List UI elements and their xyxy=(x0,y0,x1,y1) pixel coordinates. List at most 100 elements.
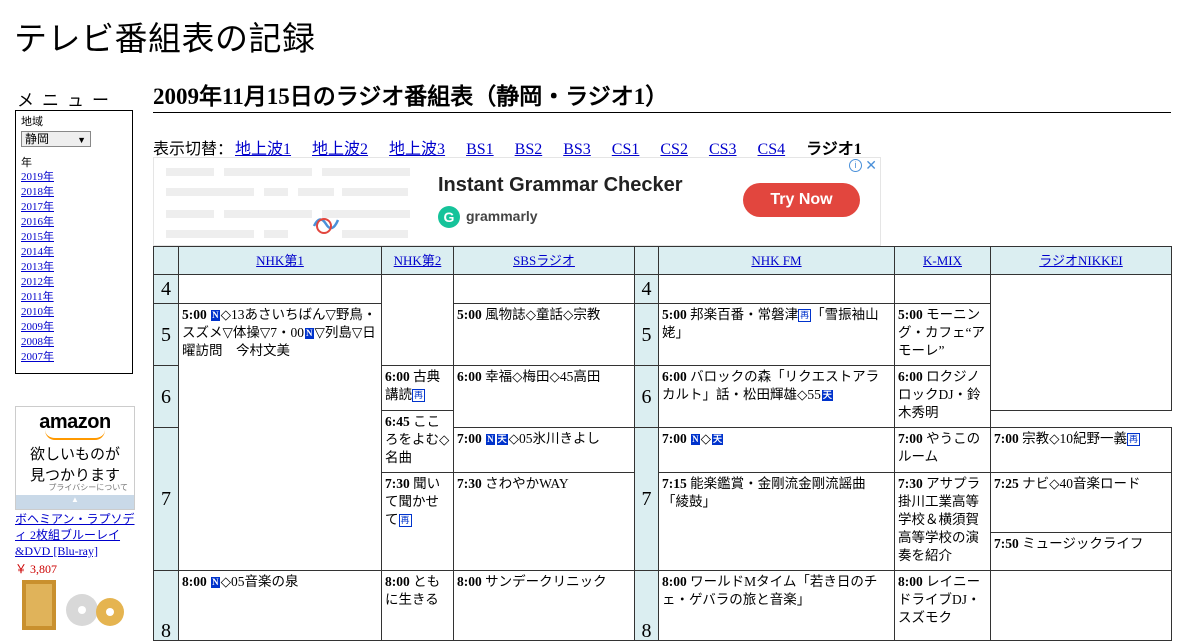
switcher-link[interactable]: 地上波3 xyxy=(389,141,445,158)
program-cell[interactable]: 7:30 さわやかWAY xyxy=(453,472,635,571)
channel-header: SBSラジオ xyxy=(453,246,635,275)
program-cell-empty xyxy=(990,274,1172,411)
program-cell[interactable]: 8:00 ともに生きる xyxy=(381,570,454,641)
year-link[interactable]: 2018年 xyxy=(21,185,132,200)
amazon-ad-bar: ▲ xyxy=(16,495,134,509)
banner-ad[interactable]: Instant Grammar Checker G grammarly Try … xyxy=(153,157,881,246)
year-link[interactable]: 2007年 xyxy=(21,350,132,365)
program-time: 8:00 xyxy=(182,574,207,589)
switcher-link[interactable]: CS1 xyxy=(612,141,640,158)
program-cell[interactable]: 7:00 N 天 ◇05氷川きよし xyxy=(453,427,635,473)
program-cell[interactable]: 7:00 宗教◇10紀野一義再 xyxy=(990,427,1172,473)
ad-info-icon[interactable]: i xyxy=(849,159,862,172)
program-time: 8:00 xyxy=(385,574,410,589)
program-time: 7:25 xyxy=(994,476,1019,491)
year-link[interactable]: 2010年 xyxy=(21,305,132,320)
news-mark-icon: N xyxy=(211,577,220,588)
program-time: 8:00 xyxy=(662,574,687,589)
channel-header: K-MIX xyxy=(894,246,991,275)
program-cell[interactable]: 5:00 モーニング・カフェ“アモーレ” xyxy=(894,303,991,366)
program-cell[interactable]: 8:00 N ◇05音楽の泉 xyxy=(178,570,382,641)
program-cell[interactable]: 7:00 やうこのルーム xyxy=(894,427,991,473)
channel-link[interactable]: ラジオNIKKEI xyxy=(1039,253,1123,268)
year-link[interactable]: 2013年 xyxy=(21,260,132,275)
program-cell[interactable]: 8:00 サンデークリニック xyxy=(453,570,635,641)
year-link[interactable]: 2011年 xyxy=(21,290,132,305)
year-link[interactable]: 2012年 xyxy=(21,275,132,290)
program-title: 幸福◇梅田◇45高田 xyxy=(485,369,601,384)
program-cell[interactable]: 8:00 レイニードライブDJ・スズモク xyxy=(894,570,991,641)
switcher-link[interactable]: 地上波2 xyxy=(312,141,368,158)
ten-mark-icon: 天 xyxy=(712,434,724,445)
program-cell[interactable]: 5:00 風物誌◇童話◇宗教 xyxy=(453,303,635,366)
news-mark-icon: N xyxy=(691,434,700,445)
region-select[interactable]: 静岡 ▼ xyxy=(21,131,91,147)
corner-cell xyxy=(153,246,179,275)
program-cell[interactable]: 6:00 幸福◇梅田◇45高田 xyxy=(453,365,635,428)
ad-close-icon[interactable]: ✕ xyxy=(865,158,877,174)
year-link[interactable]: 2017年 xyxy=(21,200,132,215)
program-time: 6:45 xyxy=(385,414,410,429)
switcher-link[interactable]: CS4 xyxy=(758,141,786,158)
program-cell-empty xyxy=(178,274,382,304)
product-image[interactable] xyxy=(20,580,130,630)
channel-link[interactable]: K-MIX xyxy=(923,253,962,268)
year-link[interactable]: 2015年 xyxy=(21,230,132,245)
program-time: 7:50 xyxy=(994,536,1019,551)
switcher-link[interactable]: CS2 xyxy=(660,141,688,158)
program-cell[interactable]: 7:50 ミュージックライフ xyxy=(990,532,1172,571)
program-cell[interactable]: 5:00 邦楽百番・常磐津再「雪振袖山姥」 xyxy=(658,303,895,366)
ad-brand: grammarly xyxy=(466,208,538,224)
amazon-privacy-link[interactable]: プライバシーについて xyxy=(48,482,128,493)
year-label: 年 xyxy=(21,157,32,169)
channel-link[interactable]: SBSラジオ xyxy=(513,253,575,268)
year-link[interactable]: 2016年 xyxy=(21,215,132,230)
try-now-button[interactable]: Try Now xyxy=(743,183,860,217)
year-list: 2019年 2018年 2017年 2016年 2015年 2014年 2013年 2012年… xyxy=(21,170,132,365)
switcher-link[interactable]: BS2 xyxy=(515,141,543,158)
program-title: サンデークリニック xyxy=(485,574,607,589)
program-cell[interactable]: 6:00 バロックの森「リクエストアラカルト」話・松田輝雄◇55 天 xyxy=(658,365,895,428)
program-cell[interactable]: 7:30 聞いて聞かせて再 xyxy=(381,472,454,571)
program-title: ワールドMタイム「若き日のチェ・ゲバラの旅と音楽」 xyxy=(662,574,878,607)
region-label: 地域 xyxy=(21,116,43,128)
amazon-ad[interactable]: amazon 欲しいものが 見つかります プライバシーについて ▲ xyxy=(15,406,135,510)
program-cell[interactable]: 5:00 N ◇13あさいちばん▽野鳥・スズメ▽体操▽7・00 N ▽列島▽日曜訪問 … xyxy=(178,303,382,571)
program-cell[interactable]: 6:00 古典講読再 xyxy=(381,365,454,411)
program-cell[interactable]: 7:30 アサプラ掛川工業高等学校＆横須賀高等学校の演奏を紹介 xyxy=(894,472,991,571)
switcher-link[interactable]: BS3 xyxy=(563,141,591,158)
year-link[interactable]: 2008年 xyxy=(21,335,132,350)
year-link[interactable]: 2014年 xyxy=(21,245,132,260)
switcher-link[interactable]: CS3 xyxy=(709,141,737,158)
channel-link[interactable]: NHK FM xyxy=(751,253,801,268)
hour-cell: 5 xyxy=(153,303,179,366)
program-time: 5:00 xyxy=(898,307,923,322)
channel-link[interactable]: NHK第2 xyxy=(394,253,442,268)
hour-cell: 8 xyxy=(634,570,659,641)
program-cell[interactable]: 7:25 ナビ◇40音楽ロード xyxy=(990,472,1172,533)
amazon-tagline-line1: 欲しいものが xyxy=(29,445,120,463)
program-cell[interactable]: 7:00 N ◇ 天 xyxy=(658,427,895,473)
news-mark-icon: N xyxy=(305,328,314,339)
site-title: テレビ番組表の記録 xyxy=(14,19,316,58)
year-link[interactable]: 2019年 xyxy=(21,170,132,185)
amazon-tagline: 欲しいものが 見つかります xyxy=(16,444,134,486)
rerun-mark-icon: 再 xyxy=(1127,433,1141,446)
program-time: 7:30 xyxy=(385,476,410,491)
program-time: 8:00 xyxy=(457,574,482,589)
program-cell[interactable]: 6:00 ロクジノロックDJ・鈴木秀明 xyxy=(894,365,991,428)
program-cell[interactable]: 8:00 ワールドMタイム「若き日のチェ・ゲバラの旅と音楽」 xyxy=(658,570,895,641)
year-link[interactable]: 2009年 xyxy=(21,320,132,335)
amazon-product-link[interactable]: ボヘミアン・ラプソディ 2枚組ブルーレイ&DVD [Blu-ray] xyxy=(15,511,137,559)
program-title: 邦楽百番・常磐津 xyxy=(690,307,799,322)
program-cell[interactable]: 7:15 能楽鑑賞・金剛流金剛流謡曲「綾鼓」 xyxy=(658,472,895,571)
switcher-link[interactable]: 地上波1 xyxy=(235,141,291,158)
hour-cell: 5 xyxy=(634,303,659,366)
channel-link[interactable]: NHK第1 xyxy=(256,253,304,268)
amazon-product-price: ￥ 3,807 xyxy=(15,562,58,576)
program-cell[interactable]: 6:45 こころをよむ◇名曲 xyxy=(381,410,454,473)
switcher-link[interactable]: BS1 xyxy=(466,141,494,158)
program-time: 7:30 xyxy=(457,476,482,491)
program-time: 7:00 xyxy=(994,431,1019,446)
ad-placeholder xyxy=(298,188,334,196)
